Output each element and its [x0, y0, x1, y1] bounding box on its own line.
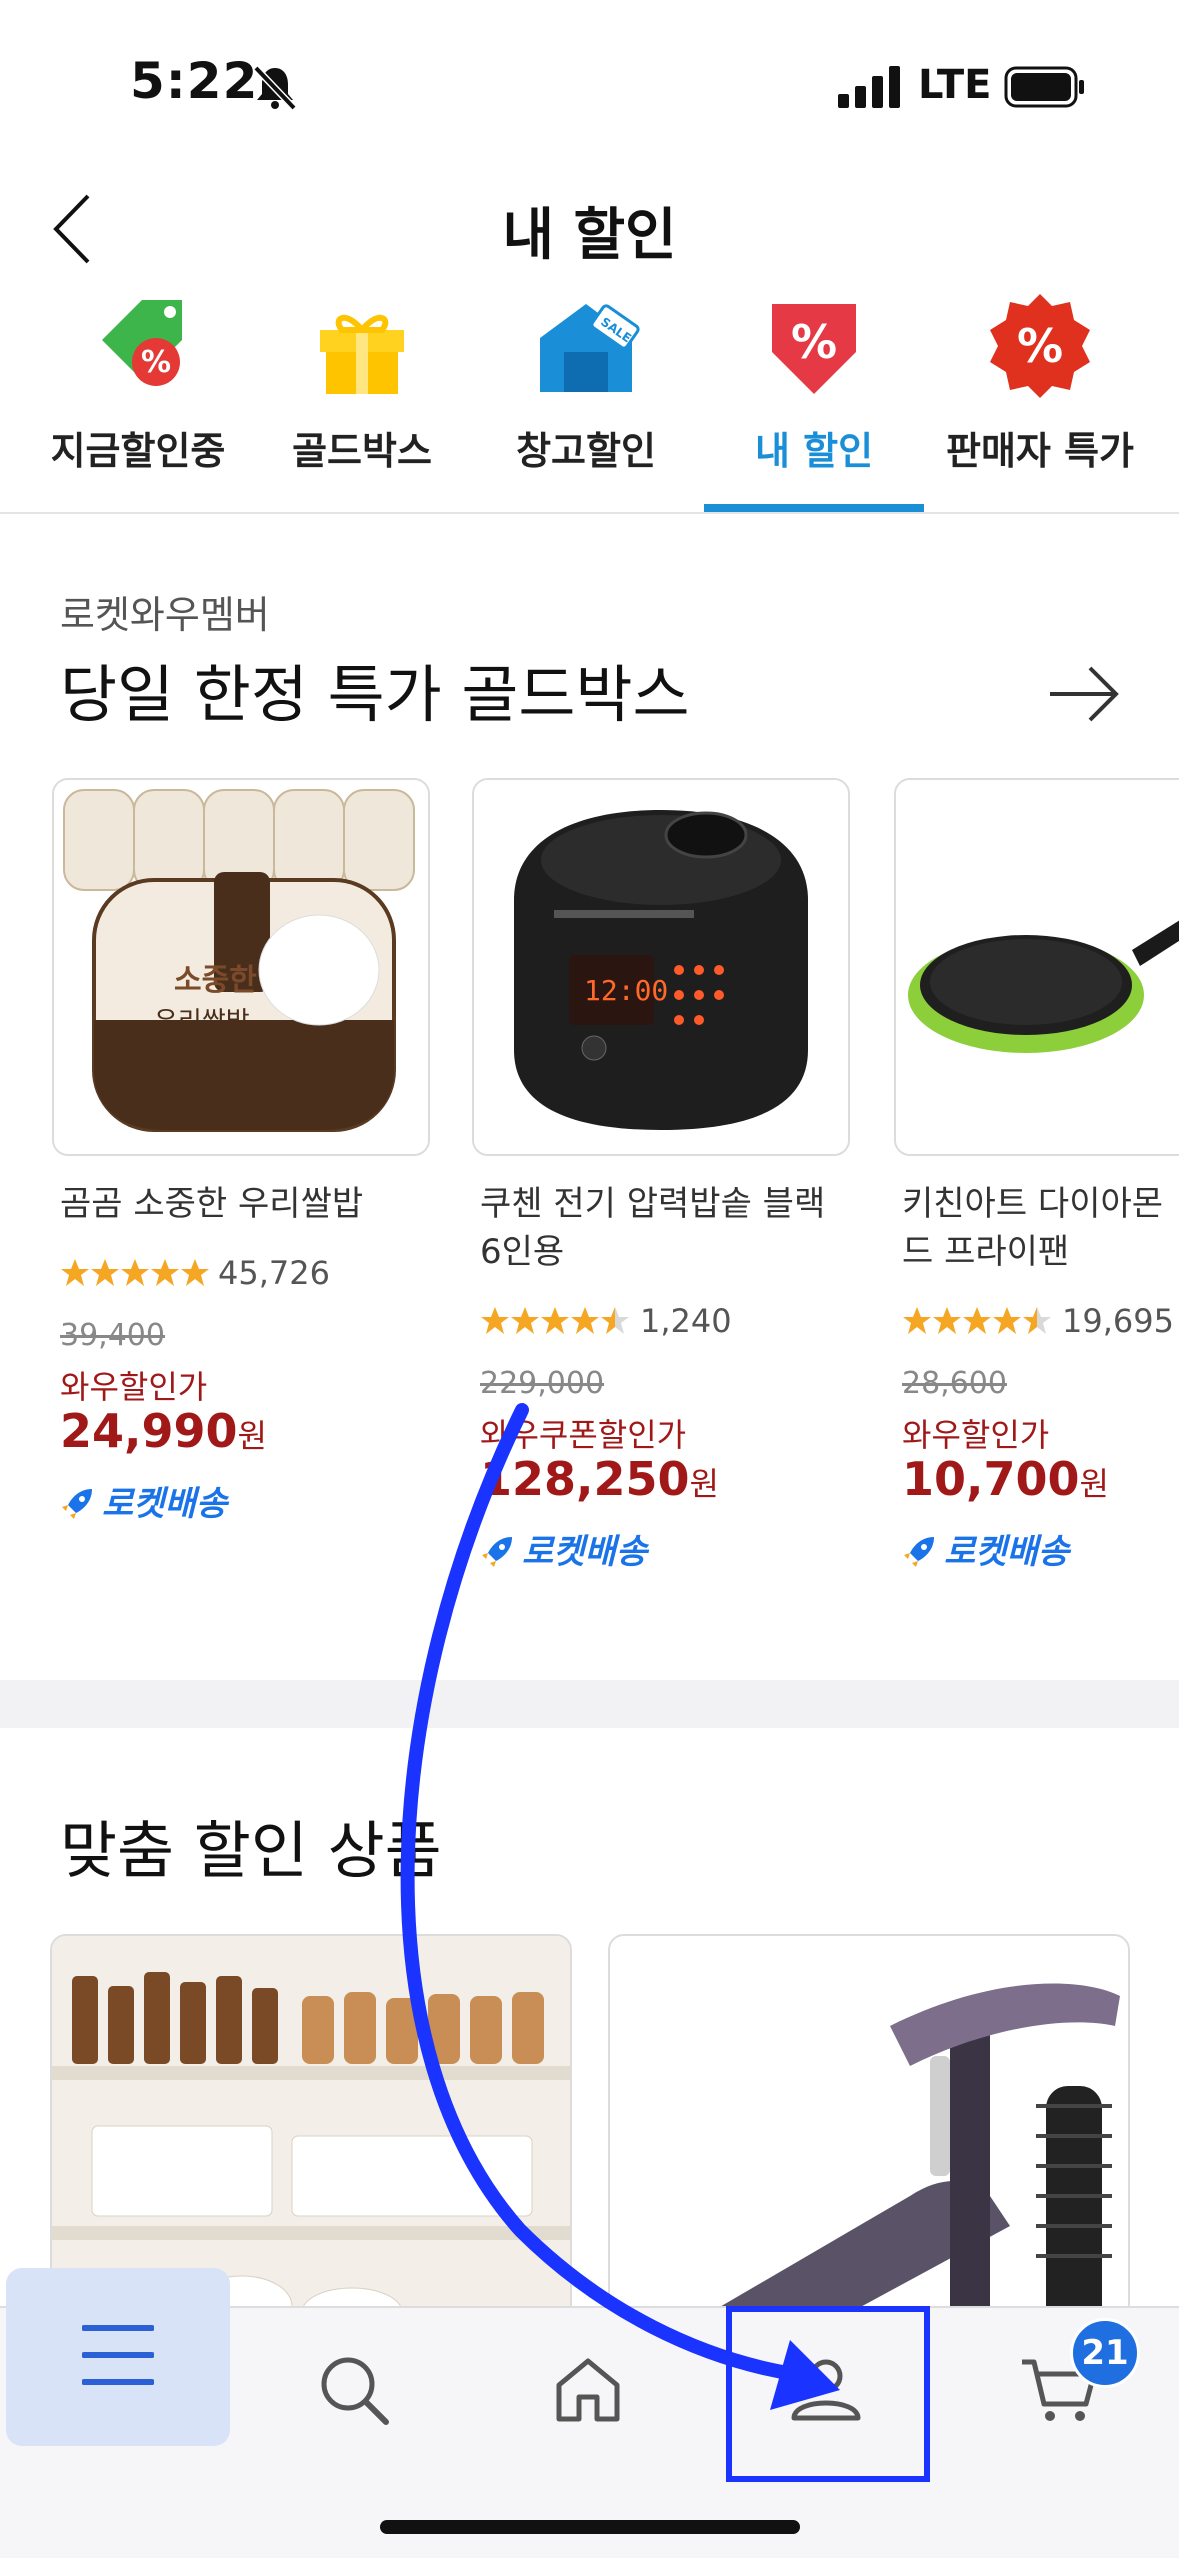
currency: 원: [237, 1417, 267, 1455]
product-image-rice[interactable]: 소중한 우리쌀밥: [52, 778, 430, 1156]
section-separator: [0, 1680, 1179, 1728]
tab-my-discount[interactable]: % 내 할인: [702, 290, 926, 510]
home-icon: [556, 2358, 620, 2422]
nav-menu-button[interactable]: [6, 2268, 230, 2446]
tab-goldbox[interactable]: 골드박스: [250, 290, 474, 510]
divider: [0, 512, 1179, 514]
discount-label: 와우쿠폰할인가: [480, 1416, 687, 1454]
network-label: LTE: [918, 62, 992, 108]
tab-label: 창고할인: [516, 429, 656, 473]
status-time: 5:22: [130, 52, 259, 110]
search-icon: [321, 2357, 389, 2425]
tab-seller-special[interactable]: % 판매자 특가: [928, 290, 1152, 510]
svg-text:소중한: 소중한: [174, 963, 257, 998]
tab-label: 내 할인: [754, 429, 874, 473]
tab-warehouse[interactable]: SALE 창고할인: [474, 290, 698, 510]
delivery-label: 로켓배송: [522, 1532, 648, 1572]
sale-price: 24,990원: [60, 1404, 267, 1458]
nav-home-button[interactable]: [478, 2320, 698, 2460]
original-price: 39,400: [60, 1318, 165, 1353]
battery-icon: [1004, 66, 1084, 108]
price-value: 128,250: [480, 1452, 690, 1506]
product-name[interactable]: 곰곰 소중한 우리쌀밥: [60, 1180, 440, 1228]
currency: 원: [1079, 1465, 1109, 1503]
svg-text:%: %: [141, 345, 171, 380]
svg-text:12:00: 12:00: [584, 974, 668, 1007]
rocket-delivery-badge: 로켓배송: [478, 1524, 647, 1573]
review-count: 45,726: [218, 1254, 330, 1292]
rocket-icon: [62, 1489, 92, 1519]
rocket-icon: [482, 1537, 512, 1567]
product-image-hair-styler[interactable]: [608, 1934, 1130, 2358]
rocket-delivery-badge: 로켓배송: [58, 1476, 227, 1525]
bell-muted-icon: [253, 65, 297, 111]
discount-label: 와우할인가: [60, 1368, 208, 1406]
svg-text:%: %: [791, 315, 837, 369]
rating-stars: [61, 1259, 209, 1286]
section-title: 당일 한정 특가 골드박스: [60, 658, 690, 731]
section-subtitle: 로켓와우멤버: [60, 593, 270, 637]
svg-text:%: %: [1017, 319, 1063, 373]
arrow-right-icon[interactable]: [1048, 664, 1120, 724]
cart-count-badge: 21: [1070, 2318, 1140, 2388]
rating-stars: [903, 1307, 1051, 1334]
discount-label: 와우할인가: [902, 1416, 1050, 1454]
rocket-icon: [904, 1537, 934, 1567]
annotation-highlight-box: [726, 2306, 930, 2482]
product-name[interactable]: 키친아트 다이아몬드 프라이팬: [902, 1180, 1179, 1276]
currency: 원: [689, 1465, 719, 1503]
rating-stars: [481, 1307, 629, 1334]
tab-now-sale[interactable]: % 지금할인중: [26, 290, 250, 510]
price-value: 10,700: [902, 1452, 1080, 1506]
tab-label: 판매자 특가: [945, 429, 1135, 473]
review-count: 19,695: [1062, 1302, 1174, 1340]
product-image-frying-pan[interactable]: [894, 778, 1179, 1156]
rocket-delivery-badge: 로켓배송: [900, 1524, 1069, 1573]
tab-label: 지금할인중: [50, 429, 226, 473]
tab-label: 골드박스: [292, 429, 432, 473]
menu-icon: [82, 2325, 154, 2385]
review-count: 1,240: [640, 1302, 732, 1340]
discount-arrow-icon: %: [772, 304, 856, 394]
product-image-rice-cooker[interactable]: 12:00: [472, 778, 850, 1156]
sale-price: 128,250원: [480, 1452, 719, 1506]
original-price: 229,000: [480, 1366, 605, 1401]
delivery-label: 로켓배송: [102, 1484, 228, 1524]
delivery-label: 로켓배송: [944, 1532, 1070, 1572]
price-value: 24,990: [60, 1404, 238, 1458]
signal-icon: [838, 66, 900, 108]
page-title: 내 할인: [502, 203, 677, 268]
warehouse-icon: SALE: [540, 304, 640, 392]
discount-tag-icon: %: [102, 300, 182, 386]
svg-text:우리쌀밥: 우리쌀밥: [154, 1007, 250, 1037]
product-name[interactable]: 쿠첸 전기 압력밥솥 블랙 6인용: [480, 1180, 850, 1276]
sale-price: 10,700원: [902, 1452, 1109, 1506]
section-title: 맞춤 할인 상품: [60, 1814, 442, 1887]
discount-badge-icon: %: [990, 294, 1090, 398]
original-price: 28,600: [902, 1366, 1007, 1401]
nav-search-button[interactable]: [244, 2320, 464, 2460]
gift-box-icon: [320, 315, 404, 394]
home-indicator: [380, 2520, 800, 2534]
active-tab-indicator: [704, 504, 924, 512]
